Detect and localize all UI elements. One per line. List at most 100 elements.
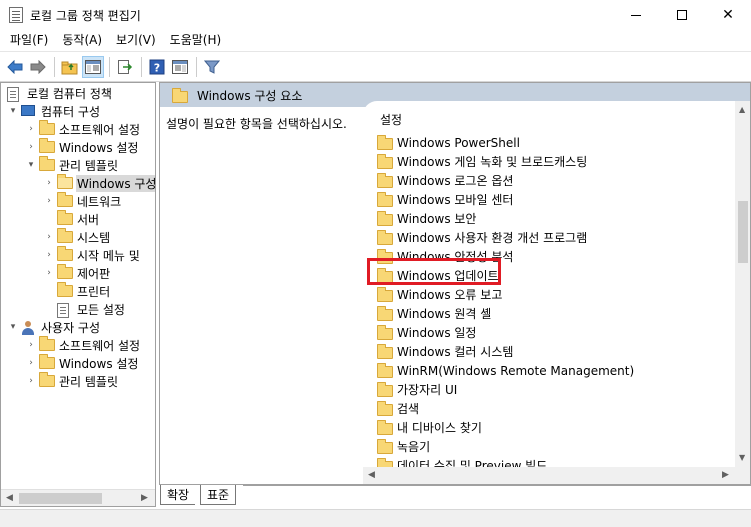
folder-icon	[377, 401, 393, 416]
tree-item[interactable]: 서버	[43, 209, 100, 228]
show-hide-tree-button[interactable]	[82, 56, 104, 78]
export-list-button[interactable]	[114, 56, 136, 78]
close-button[interactable]: ✕	[705, 0, 751, 30]
column-header-setting[interactable]: 설정	[380, 111, 402, 128]
tab-extended[interactable]: 확장	[160, 485, 196, 505]
toolbar-separator	[109, 57, 110, 77]
minimize-button[interactable]	[613, 0, 659, 30]
settings-list-item-label: Windows PowerShell	[397, 135, 520, 150]
settings-list: 설정 Windows PowerShell Windows 게임 녹화 및 브로드…	[363, 101, 750, 484]
settings-list-item[interactable]: 내 디바이스 찾기	[377, 418, 482, 437]
settings-list-item[interactable]: 검색	[377, 399, 419, 418]
expand-icon[interactable]: ›	[43, 192, 55, 210]
settings-list-item[interactable]: 녹음기	[377, 437, 430, 456]
tree-item-label: 관리 템플릿	[59, 374, 119, 389]
list-scroll-thumb[interactable]	[738, 201, 748, 263]
tree-item[interactable]: › Windows 구성	[43, 173, 156, 192]
console-tree-icon	[85, 60, 101, 74]
collapse-icon[interactable]: ▾	[7, 318, 19, 336]
tree-item[interactable]: 로컬 컴퓨터 정책	[5, 84, 113, 102]
settings-list-item[interactable]: Windows 원격 셸	[377, 304, 491, 323]
settings-list-item[interactable]: WinRM(Windows Remote Management)	[377, 361, 634, 380]
settings-list-item[interactable]: Windows 일정	[377, 323, 476, 342]
tree-item[interactable]: 프린터	[43, 281, 111, 300]
folder-icon	[57, 191, 73, 208]
export-icon	[118, 60, 133, 74]
tab-standard[interactable]: 표준	[200, 485, 237, 505]
settings-list-item[interactable]: Windows 사용자 환경 개선 프로그램	[377, 228, 587, 247]
scroll-left-icon[interactable]: ◀	[368, 470, 375, 480]
settings-list-item[interactable]: Windows 게임 녹화 및 브로드캐스팅	[377, 152, 587, 171]
folder-icon	[377, 382, 393, 397]
expand-icon[interactable]: ›	[43, 174, 55, 192]
expand-icon[interactable]: ›	[43, 264, 55, 282]
folder-icon	[377, 173, 393, 188]
menu-action[interactable]: 동작(A)	[55, 30, 109, 51]
settings-list-item[interactable]: Windows 오류 보고	[377, 285, 502, 304]
expand-icon[interactable]: ›	[25, 120, 37, 138]
tree-item[interactable]: ▾ 컴퓨터 구성	[7, 102, 101, 120]
tree-item[interactable]: › Windows 설정	[25, 137, 139, 156]
svg-text:?: ?	[154, 62, 160, 75]
scroll-right-icon[interactable]: ▶	[722, 470, 729, 480]
details-title: Windows 구성 요소	[197, 88, 303, 103]
settings-list-item[interactable]: 가장자리 UI	[377, 380, 457, 399]
description-text: 설명이 필요한 항목을 선택하십시오.	[166, 117, 347, 131]
settings-list-item[interactable]: Windows 보안	[377, 209, 476, 228]
toolbar-separator	[196, 57, 197, 77]
list-vertical-scrollbar[interactable]: ▲ ▼	[735, 101, 750, 484]
scroll-up-icon[interactable]: ▲	[739, 105, 745, 114]
settings-list-item-label: Windows 일정	[397, 326, 477, 340]
console-tree: 로컬 컴퓨터 정책 ▾ 컴퓨터 구성 › 소프트웨어 설정 › Windows 설정 ▾ 관리 …	[0, 82, 156, 507]
action-pane-icon	[172, 60, 188, 74]
expand-icon[interactable]: ›	[25, 372, 37, 390]
folder-icon	[377, 363, 393, 378]
tree-scroll-thumb[interactable]	[19, 493, 102, 504]
settings-list-item[interactable]: Windows PowerShell	[377, 133, 520, 152]
menu-view[interactable]: 보기(V)	[109, 30, 163, 51]
tree-item-label: Windows 구성	[76, 174, 156, 192]
folder-icon	[57, 245, 73, 262]
settings-list-item[interactable]: Windows 모바일 센터	[377, 190, 513, 209]
maximize-button[interactable]	[659, 0, 705, 30]
tree-item[interactable]: › 관리 템플릿	[25, 371, 119, 390]
tree-item[interactable]: › 소프트웨어 설정	[25, 335, 141, 354]
show-hide-action-pane-button[interactable]	[169, 56, 191, 78]
tree-item[interactable]: › 시작 메뉴 및	[43, 245, 141, 264]
tree-item[interactable]: ▾ 사용자 구성	[7, 318, 101, 336]
filter-button[interactable]	[201, 56, 223, 78]
tree-item[interactable]: › 시스템	[43, 227, 111, 246]
folder-icon	[39, 371, 55, 388]
user-icon	[21, 320, 37, 335]
expand-icon[interactable]: ›	[25, 354, 37, 372]
tree-item[interactable]: ▾ 관리 템플릿	[25, 155, 119, 174]
back-button[interactable]	[4, 56, 26, 78]
tree-item[interactable]: › 소프트웨어 설정	[25, 119, 141, 138]
menu-help[interactable]: 도움말(H)	[163, 30, 229, 51]
details-pane: Windows 구성 요소 설명이 필요한 항목을 선택하십시오. 설정 Win…	[159, 82, 751, 485]
scroll-right-icon[interactable]: ▶	[141, 493, 148, 503]
expand-icon[interactable]: ›	[25, 336, 37, 354]
settings-list-item[interactable]: Windows 로그온 옵션	[377, 171, 513, 190]
tree-item[interactable]: › 네트워크	[43, 191, 122, 210]
tree-horizontal-scrollbar[interactable]: ◀ ▶	[1, 489, 155, 506]
collapse-icon[interactable]: ▾	[7, 102, 19, 120]
collapse-icon[interactable]: ▾	[25, 156, 37, 174]
tree-item[interactable]: › 제어판	[43, 263, 111, 282]
up-folder-button[interactable]	[59, 56, 81, 78]
expand-icon[interactable]: ›	[43, 246, 55, 264]
scroll-left-icon[interactable]: ◀	[6, 493, 13, 503]
menu-file[interactable]: 파일(F)	[3, 30, 55, 51]
help-button[interactable]: ?	[146, 56, 168, 78]
tree-item[interactable]: › Windows 설정	[25, 353, 139, 372]
expand-icon[interactable]: ›	[25, 138, 37, 156]
menu-divider	[0, 51, 751, 52]
list-horizontal-scrollbar[interactable]: ◀ ▶	[363, 467, 735, 484]
settings-list-item[interactable]: Windows 컬러 시스템	[377, 342, 513, 361]
maximize-icon	[677, 10, 687, 20]
scroll-down-icon[interactable]: ▼	[739, 453, 745, 462]
tree-item[interactable]: 모든 설정	[43, 300, 126, 318]
expand-icon[interactable]: ›	[43, 228, 55, 246]
forward-button[interactable]	[27, 56, 49, 78]
